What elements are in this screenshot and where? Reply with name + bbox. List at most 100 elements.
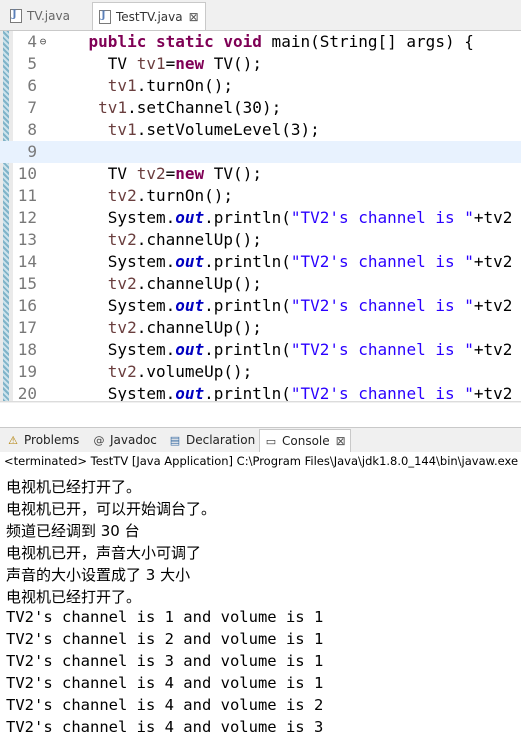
- code-text: System.out.println("TV2's channel is "+t…: [50, 207, 513, 229]
- line-number: 9: [27, 142, 37, 161]
- console-line: TV2's channel is 1 and volume is 1: [6, 608, 324, 626]
- code-line[interactable]: 15 tv2.channelUp();: [0, 273, 521, 295]
- code-token: .println(: [204, 340, 291, 359]
- code-line[interactable]: 17 tv2.channelUp();: [0, 317, 521, 339]
- code-token: tv1: [98, 98, 128, 117]
- code-line[interactable]: 10 TV tv2=new TV();: [0, 163, 521, 185]
- console-line: TV2's channel is 3 and volume is 1: [6, 652, 324, 670]
- code-text: System.out.println("TV2's channel is "+t…: [50, 295, 513, 317]
- code-token: .setVolumeLevel(3);: [136, 120, 320, 139]
- console-status-header: <terminated> TestTV [Java Application] C…: [4, 454, 519, 468]
- editor-tab-bar: TV.java TestTV.java ⊠: [0, 0, 521, 31]
- line-number: 6: [27, 76, 37, 95]
- line-number: 7: [27, 98, 37, 117]
- code-token: .println(: [204, 296, 291, 315]
- code-line[interactable]: 8 tv1.setVolumeLevel(3);: [0, 119, 521, 141]
- tab-label: Declaration: [186, 433, 256, 447]
- close-icon[interactable]: ⊠: [336, 434, 346, 448]
- code-token: "TV2's channel is ": [290, 296, 474, 315]
- code-text: tv2.channelUp();: [50, 317, 262, 339]
- tab-console[interactable]: ▭ Console ⊠: [259, 429, 351, 452]
- code-token: new: [175, 164, 205, 183]
- code-token: TV();: [204, 54, 262, 73]
- code-token: =: [165, 54, 176, 73]
- code-line[interactable]: 20 System.out.println("TV2's channel is …: [0, 383, 521, 403]
- code-editor[interactable]: 4 ⊖ public static void main(String[] args…: [0, 31, 521, 403]
- tab-label: Problems: [24, 433, 80, 447]
- tab-declaration[interactable]: ▤ Declaration: [164, 430, 255, 450]
- line-number: 14: [17, 252, 37, 271]
- javadoc-icon: @: [93, 433, 105, 447]
- code-line[interactable]: 4 ⊖ public static void main(String[] args…: [0, 31, 521, 53]
- code-token: +tv2: [473, 296, 513, 315]
- code-line[interactable]: 13 tv2.channelUp();: [0, 229, 521, 251]
- line-number: 10: [17, 164, 37, 183]
- code-token: tv2: [136, 164, 166, 183]
- code-token: tv2: [107, 186, 137, 205]
- code-token: out: [175, 208, 205, 227]
- tab-problems[interactable]: ⚠ Problems: [2, 430, 79, 450]
- code-token: tv2: [107, 362, 137, 381]
- code-line[interactable]: 19 tv2.volumeUp();: [0, 361, 521, 383]
- tab-tv-java[interactable]: TV.java: [4, 2, 88, 29]
- code-line[interactable]: 12 System.out.println("TV2's channel is …: [0, 207, 521, 229]
- line-number: 17: [17, 318, 37, 337]
- problems-icon: ⚠: [8, 433, 18, 447]
- code-token: +tv2: [473, 340, 513, 359]
- console-output[interactable]: <terminated> TestTV [Java Application] C…: [0, 452, 521, 751]
- code-token: out: [175, 296, 205, 315]
- code-token: System.: [50, 296, 176, 315]
- line-number: 13: [17, 230, 37, 249]
- code-token: .channelUp();: [136, 318, 262, 337]
- code-token: TV: [50, 164, 137, 183]
- line-number: 15: [17, 274, 37, 293]
- code-line[interactable]: 18 System.out.println("TV2's channel is …: [0, 339, 521, 361]
- code-line[interactable]: 9: [0, 141, 521, 163]
- code-line[interactable]: 5 TV tv1=new TV();: [0, 53, 521, 75]
- line-number: 5: [27, 54, 37, 73]
- code-line[interactable]: 16 System.out.println("TV2's channel is …: [0, 295, 521, 317]
- code-token: tv1: [107, 120, 137, 139]
- code-token: .channelUp();: [136, 230, 262, 249]
- code-token: +tv2: [473, 208, 513, 227]
- tab-testtv-java[interactable]: TestTV.java ⊠: [92, 2, 206, 30]
- code-line[interactable]: 6 tv1.turnOn();: [0, 75, 521, 97]
- code-token: =: [165, 164, 176, 183]
- code-token: out: [175, 252, 205, 271]
- code-token: .turnOn();: [136, 76, 234, 95]
- code-token: System.: [50, 252, 176, 271]
- tab-label: Console: [282, 434, 330, 448]
- code-token: System.: [50, 208, 176, 227]
- tab-javadoc[interactable]: @ Javadoc: [88, 430, 157, 450]
- horizontal-scrollbar[interactable]: <: [0, 401, 521, 403]
- fold-toggle-icon[interactable]: ⊖: [38, 31, 48, 48]
- console-line: 声音的大小设置成了 3 大小: [6, 566, 191, 584]
- code-token: tv1: [136, 54, 166, 73]
- declaration-icon: ▤: [169, 433, 181, 447]
- code-token: .println(: [204, 208, 291, 227]
- code-text: tv2.channelUp();: [50, 229, 262, 251]
- view-tab-bar: ⚠ Problems @ Javadoc ▤ Declaration ▭ Con…: [0, 427, 521, 453]
- code-text: tv2.channelUp();: [50, 273, 262, 295]
- console-line: 电视机已经打开了。: [6, 478, 142, 496]
- tab-label: TestTV.java: [116, 9, 183, 24]
- code-line[interactable]: 14 System.out.println("TV2's channel is …: [0, 251, 521, 273]
- code-token: public static void: [88, 32, 262, 51]
- close-icon[interactable]: ⊠: [189, 10, 199, 24]
- code-line[interactable]: 11 tv2.turnOn();: [0, 185, 521, 207]
- console-line: 频道已经调到 30 台: [6, 522, 140, 540]
- code-token: "TV2's channel is ": [290, 340, 474, 359]
- code-token: main(String[] args) {: [261, 32, 474, 51]
- code-token: .volumeUp();: [136, 362, 253, 381]
- console-line: TV2's channel is 4 and volume is 1: [6, 674, 324, 692]
- code-token: "TV2's channel is ": [290, 252, 474, 271]
- code-text: TV tv2=new TV();: [50, 163, 262, 185]
- code-line[interactable]: 7 tv1.setChannel(30);: [0, 97, 521, 119]
- java-file-icon: [99, 9, 111, 24]
- code-text: public static void main(String[] args) {: [50, 31, 474, 53]
- line-number: 8: [27, 120, 37, 139]
- line-number: 11: [17, 186, 37, 205]
